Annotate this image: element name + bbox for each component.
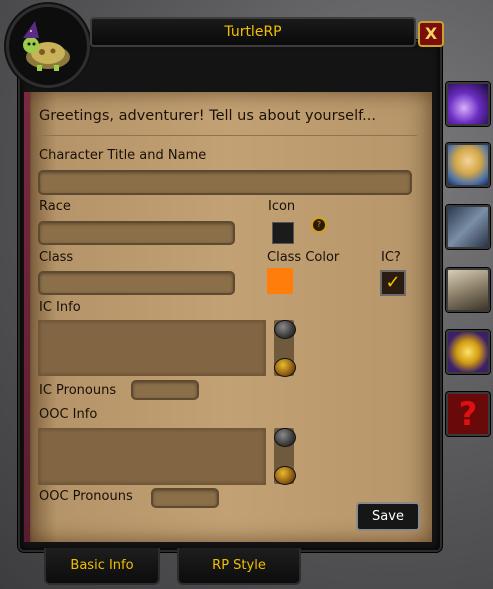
ooc-pronouns-label: OOC Pronouns (39, 489, 133, 504)
scroll-up-icon[interactable] (274, 428, 296, 447)
ooc-pronouns-input[interactable] (151, 488, 219, 508)
icon-picker-icon[interactable]: ? (311, 217, 327, 233)
race-input[interactable] (38, 221, 235, 245)
ic-checkbox[interactable]: ✓ (380, 270, 406, 296)
chest-icon[interactable] (446, 268, 490, 312)
title-name-label: Character Title and Name (39, 148, 207, 163)
scroll-down-icon[interactable] (274, 466, 296, 485)
scroll-down-icon[interactable] (274, 358, 296, 377)
ic-info-textarea[interactable] (38, 320, 266, 376)
ic-pronouns-label: IC Pronouns (39, 383, 117, 398)
race-label: Race (39, 199, 71, 214)
ic-label: IC? (381, 250, 401, 265)
scroll-up-icon[interactable] (274, 320, 296, 339)
title-name-input[interactable] (38, 170, 412, 195)
addon-portrait (6, 4, 90, 88)
save-button[interactable]: Save (356, 502, 420, 531)
character-portrait-icon[interactable] (446, 143, 490, 187)
turtle-wizard-icon (23, 21, 70, 71)
question-mark-icon[interactable]: ? (446, 392, 490, 436)
class-color-swatch[interactable] (267, 268, 293, 294)
class-label: Class (39, 250, 74, 265)
ic-info-scrollbar[interactable] (274, 320, 296, 377)
ooc-info-textarea[interactable] (38, 428, 266, 485)
tab-rp-style[interactable]: RP Style (177, 548, 301, 585)
icon-label: Icon (268, 199, 296, 214)
notes-book-icon[interactable] (446, 205, 490, 249)
tab-basic-info[interactable]: Basic Info (44, 548, 160, 585)
class-color-label: Class Color (267, 250, 340, 265)
gold-gear-icon[interactable] (446, 330, 490, 374)
window-title: TurtleRP (90, 17, 416, 47)
character-icon-preview[interactable] (272, 222, 294, 244)
ic-pronouns-input[interactable] (131, 380, 199, 400)
close-button[interactable]: X (418, 21, 444, 47)
purple-flame-icon[interactable] (446, 82, 490, 126)
class-input[interactable] (38, 271, 235, 295)
ooc-info-label: OOC Info (39, 407, 98, 422)
heading-divider (36, 135, 417, 136)
greeting-heading: Greetings, adventurer! Tell us about you… (39, 108, 376, 124)
ic-info-label: IC Info (39, 300, 81, 315)
ooc-info-scrollbar[interactable] (274, 428, 296, 485)
